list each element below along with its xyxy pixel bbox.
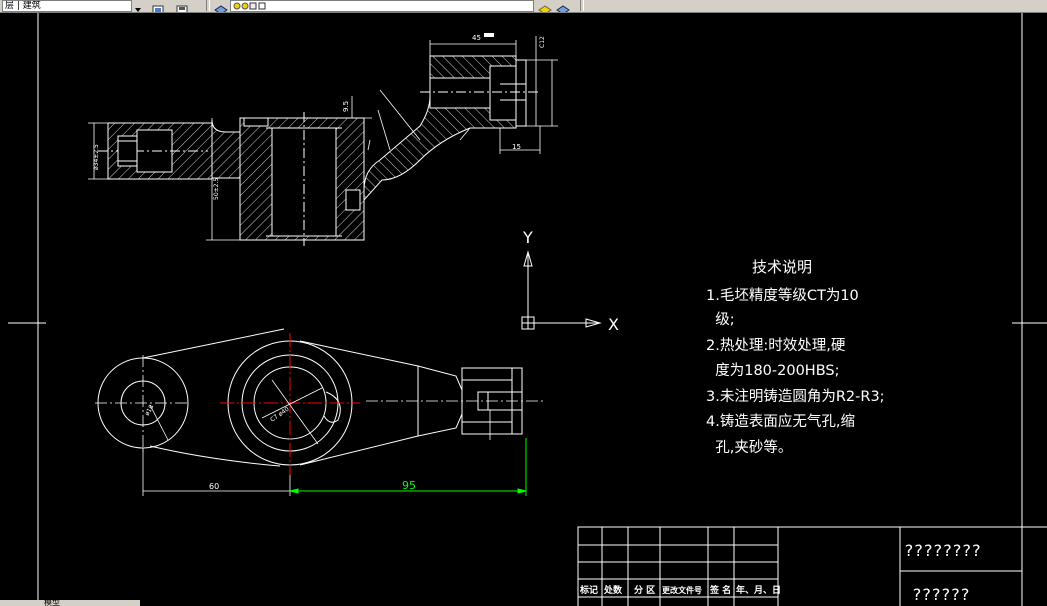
dim-head: C12	[539, 36, 546, 48]
note-line: 度为180-200HBS;	[706, 363, 840, 379]
ucs-x-label: X	[608, 315, 619, 334]
layer-off-icon[interactable]	[556, 0, 570, 12]
layer-dropdown[interactable]: 层 | 建筑	[2, 0, 132, 12]
note-line: 1.毛坯精度等级CT为10	[706, 288, 859, 304]
properties-toolbar: 层 | 建筑	[0, 0, 1047, 13]
drawing-canvas[interactable]: 45 15 9.5 ø34±2.5 50±2.5 C12 60 95 ø18 C…	[0, 13, 1047, 606]
layer-manager-icon[interactable]	[152, 0, 164, 12]
note-line: 级;	[706, 312, 735, 328]
layer-state-icon[interactable]	[214, 0, 228, 12]
model-tab[interactable]: 模型	[44, 600, 60, 606]
svg-text:更改文件号: 更改文件号	[662, 585, 702, 595]
plan-view[interactable]	[97, 328, 523, 467]
layer-control[interactable]	[230, 0, 534, 12]
dim-left-hole: ø18	[144, 404, 156, 417]
svg-text:签 名: 签 名	[709, 584, 731, 596]
svg-text:标记: 标记	[579, 584, 598, 596]
svg-text:处数: 处数	[603, 584, 623, 596]
drawing-number: ??????	[912, 585, 970, 604]
dim-60: 60	[209, 482, 219, 491]
dim-9-5: 9.5	[342, 101, 350, 112]
note-line: 3.未注明铸造圆角为R2-R3;	[706, 389, 885, 405]
dim-hub-height: 50±2.5	[213, 178, 220, 200]
title-block-headers: 标记 处数 分 区 更改文件号 签 名 年、月、日	[579, 584, 781, 596]
dropdown-arrow-icon[interactable]	[132, 0, 144, 12]
layer-previous-icon[interactable]	[176, 0, 188, 12]
dim-45: 45	[472, 34, 481, 42]
section-view[interactable]	[98, 55, 540, 246]
svg-text:年、月、日: 年、月、日	[736, 584, 781, 596]
notes-title: 技术说明	[752, 258, 813, 276]
drawing-name: ????????	[904, 541, 981, 560]
note-line: 4.铸造表面应无气孔,缩	[706, 414, 855, 430]
dim-95: 95	[402, 479, 416, 492]
plan-dimensions	[142, 379, 491, 496]
layout-tabs: 模型	[0, 600, 140, 606]
note-line: 2.热处理:时效处理,硬	[706, 338, 846, 354]
make-current-icon[interactable]	[538, 0, 552, 12]
svg-text:分 区: 分 区	[634, 584, 655, 596]
dim-15: 15	[512, 143, 521, 151]
linetype-control	[590, 0, 1047, 10]
dim-left-boss: ø34±2.5	[93, 144, 100, 170]
ucs-y-label: Y	[522, 228, 533, 247]
note-line: 孔,夹砂等。	[706, 440, 793, 456]
ucs-icon	[521, 250, 602, 330]
dim-main-hole: C7 ø40	[269, 406, 291, 424]
